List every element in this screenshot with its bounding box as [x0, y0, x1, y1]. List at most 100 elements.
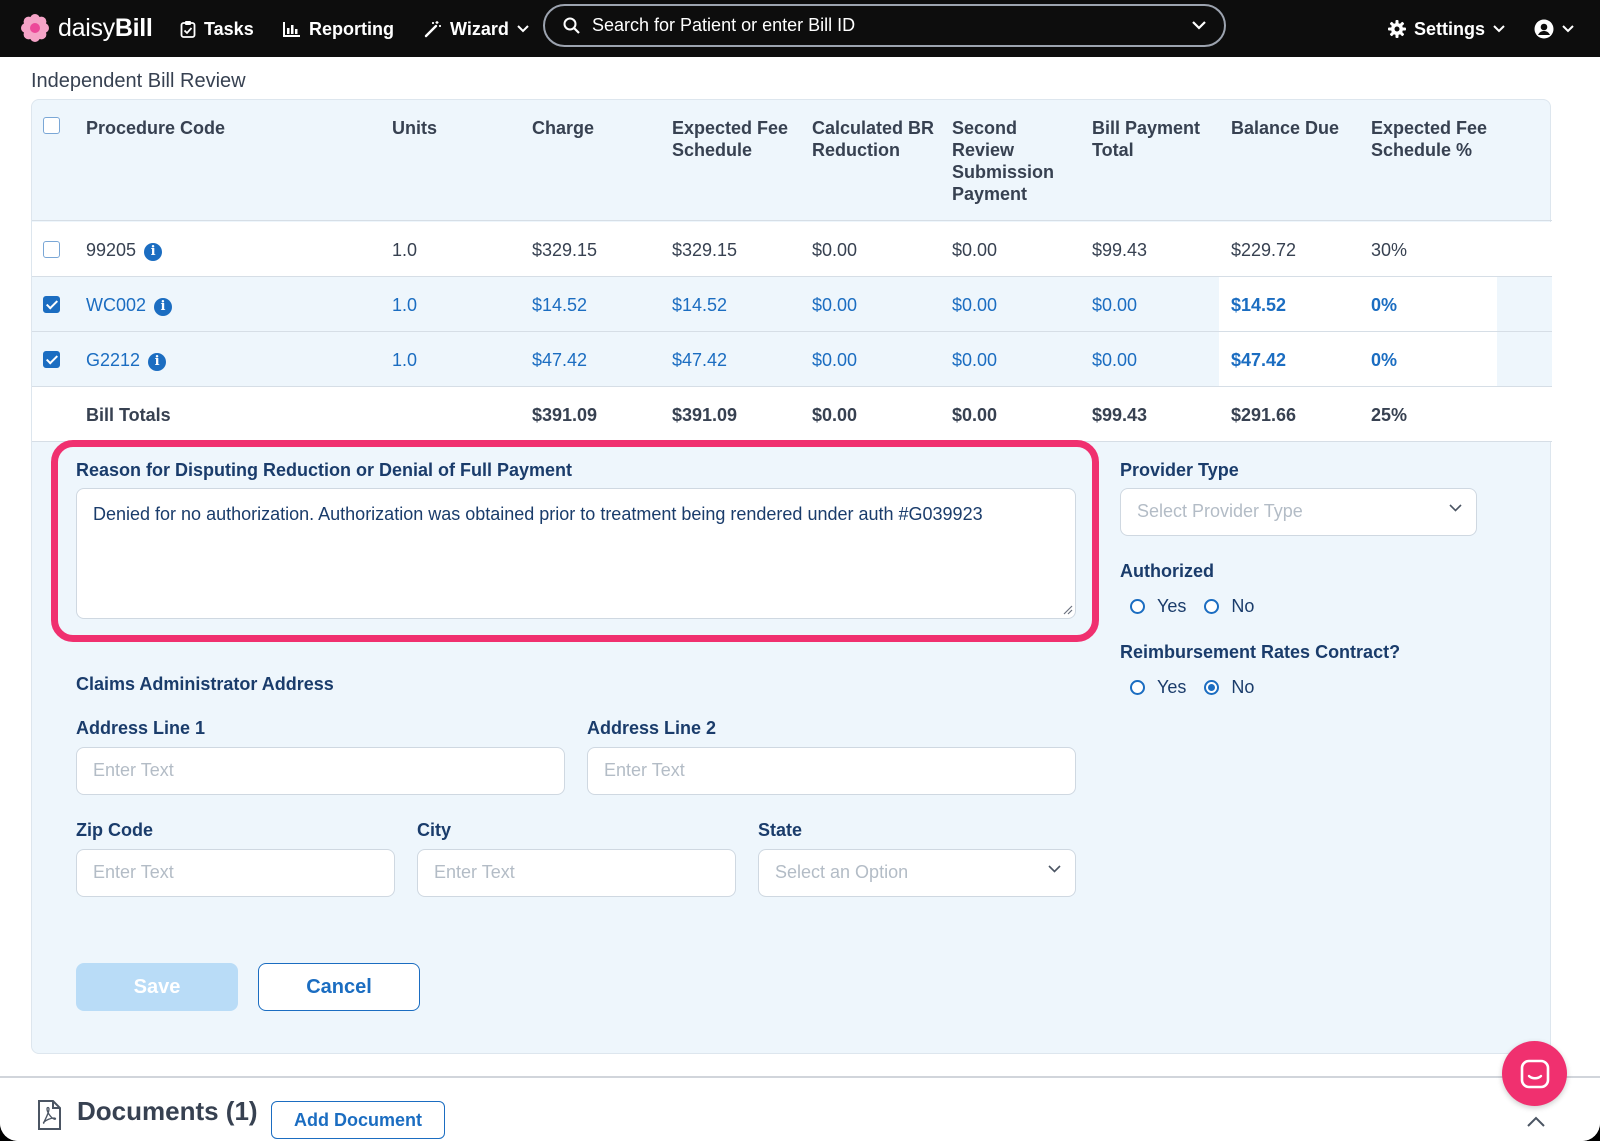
- magic-wand-icon: [424, 21, 441, 38]
- br-reduction: $0.00: [812, 240, 858, 260]
- expected-fee: $47.42: [672, 350, 728, 370]
- col-expected-fee-pct: Expected Fee Schedule %: [1371, 118, 1488, 160]
- row-checkbox[interactable]: [43, 296, 60, 313]
- nav-wizard-label: Wizard: [450, 18, 509, 39]
- col-bill-payment-total: Bill Payment Total: [1092, 118, 1201, 160]
- chevron-down-icon: [517, 25, 529, 33]
- total-expected-fee: $391.09: [672, 405, 738, 425]
- nav-settings[interactable]: Settings: [1388, 13, 1505, 45]
- chevron-down-icon[interactable]: [1192, 21, 1206, 30]
- table-header: Procedure Code Units Charge Expected Fee…: [32, 100, 1552, 221]
- bill-payment-total: $0.00: [1092, 295, 1138, 315]
- expected-fee-pct: 0%: [1371, 295, 1398, 315]
- rates-yes-label: Yes: [1157, 677, 1187, 697]
- table-row[interactable]: 99205 i 1.0 $329.15 $329.15 $0.00 $0.00 $…: [32, 222, 1552, 277]
- totals-row: Bill Totals $391.09 $391.09 $0.00 $0.00 …: [32, 387, 1552, 442]
- address2-label: Address Line 2: [587, 718, 717, 738]
- top-nav: daisyBill Tasks Reporting Wizard Search …: [0, 0, 1600, 57]
- second-review: $0.00: [952, 350, 998, 370]
- procedure-code: 99205 i: [86, 239, 163, 261]
- table-row[interactable]: G2212 i 1.0 $47.42 $47.42 $0.00 $0.00 $0.…: [32, 332, 1552, 387]
- nav-wizard[interactable]: Wizard: [424, 13, 529, 45]
- pdf-file-icon: [38, 1100, 61, 1130]
- nav-reporting-label: Reporting: [309, 18, 394, 39]
- br-reduction: $0.00: [812, 295, 858, 315]
- authorized-no-radio[interactable]: [1204, 599, 1220, 614]
- zip-input[interactable]: Enter Text: [76, 849, 395, 897]
- user-menu[interactable]: [1534, 13, 1574, 45]
- provider-type-placeholder: Select Provider Type: [1137, 501, 1303, 521]
- nav-reporting[interactable]: Reporting: [283, 13, 394, 45]
- state-placeholder: Select an Option: [775, 862, 909, 882]
- units: 1.0: [392, 240, 418, 260]
- charge: $329.15: [532, 240, 598, 260]
- save-button[interactable]: Save: [76, 963, 238, 1011]
- resize-handle-icon[interactable]: [1063, 605, 1073, 615]
- authorized-radio-group: Yes No: [1130, 596, 1254, 617]
- expected-fee: $329.15: [672, 240, 738, 260]
- row-checkbox[interactable]: [43, 351, 60, 368]
- authorized-label: Authorized: [1120, 561, 1214, 581]
- add-document-button[interactable]: Add Document: [271, 1101, 445, 1139]
- reason-textarea[interactable]: Denied for no authorization. Authorizati…: [76, 488, 1076, 619]
- logo[interactable]: daisyBill: [20, 8, 153, 48]
- search-icon: [563, 17, 580, 34]
- second-review: $0.00: [952, 240, 998, 260]
- col-balance-due: Balance Due: [1231, 118, 1340, 138]
- state-select[interactable]: Select an Option: [758, 849, 1076, 897]
- address1-input[interactable]: Enter Text: [76, 747, 565, 795]
- bill-payment-total: $99.43: [1092, 240, 1148, 260]
- rates-no-label: No: [1231, 677, 1255, 697]
- rates-contract-radio-group: Yes No: [1130, 677, 1254, 698]
- total-balance-due: $291.66: [1231, 405, 1297, 425]
- col-units: Units: [392, 118, 437, 138]
- daisy-flower-icon: [21, 14, 49, 42]
- app-window: daisyBill Tasks Reporting Wizard Search …: [0, 0, 1600, 1141]
- chevron-down-icon: [1493, 25, 1505, 33]
- charge: $47.42: [532, 350, 588, 370]
- section-title: Independent Bill Review: [31, 70, 246, 92]
- chevron-up-icon[interactable]: [1527, 1116, 1545, 1127]
- cancel-button[interactable]: Cancel: [258, 963, 420, 1011]
- city-input[interactable]: Enter Text: [417, 849, 736, 897]
- select-all-checkbox[interactable]: [43, 117, 60, 134]
- clipboard-check-icon: [180, 21, 196, 38]
- balance-due: $14.52: [1231, 295, 1287, 315]
- info-icon[interactable]: i: [148, 353, 167, 371]
- authorized-yes-radio[interactable]: [1130, 599, 1145, 614]
- claims-admin-label: Claims Administrator Address: [76, 674, 334, 694]
- total-br-reduction: $0.00: [812, 405, 858, 425]
- total-second-review: $0.00: [952, 405, 998, 425]
- search-placeholder: Search for Patient or enter Bill ID: [592, 15, 856, 35]
- total-expected-fee-pct: 25%: [1371, 405, 1408, 425]
- nav-tasks-label: Tasks: [204, 18, 254, 39]
- rates-contract-label: Reimbursement Rates Contract?: [1120, 642, 1401, 662]
- col-calculated-br-reduction: Calculated BR Reduction: [812, 118, 935, 160]
- table-row[interactable]: WC002 i 1.0 $14.52 $14.52 $0.00 $0.00 $0.…: [32, 277, 1552, 332]
- chevron-down-icon: [1562, 25, 1574, 33]
- second-review: $0.00: [952, 295, 998, 315]
- units: 1.0: [392, 350, 418, 370]
- total-bill-payment: $99.43: [1092, 405, 1148, 425]
- bar-chart-icon: [283, 22, 300, 37]
- ibr-panel: Procedure Code Units Charge Expected Fee…: [31, 99, 1552, 1054]
- rates-yes-radio[interactable]: [1130, 680, 1145, 695]
- chat-launcher-button[interactable]: [1502, 1041, 1567, 1106]
- chat-bubble-icon: [1520, 1059, 1549, 1088]
- expected-fee-pct: 30%: [1371, 240, 1408, 260]
- nav-tasks[interactable]: Tasks: [180, 13, 254, 45]
- info-icon[interactable]: i: [144, 243, 163, 261]
- reason-label: Reason for Disputing Reduction or Denial…: [76, 460, 573, 480]
- address2-input[interactable]: Enter Text: [587, 747, 1076, 795]
- row-checkbox[interactable]: [43, 241, 60, 258]
- brand-name: daisyBill: [58, 13, 153, 42]
- provider-type-select[interactable]: Select Provider Type: [1120, 488, 1477, 536]
- patient-search-input[interactable]: Search for Patient or enter Bill ID: [543, 4, 1226, 47]
- charge: $14.52: [532, 295, 588, 315]
- balance-due: $47.42: [1231, 350, 1287, 370]
- gear-icon: [1388, 20, 1406, 38]
- info-icon[interactable]: i: [154, 298, 173, 316]
- bill-payment-total: $0.00: [1092, 350, 1138, 370]
- rates-no-radio[interactable]: [1204, 680, 1220, 695]
- procedure-code: G2212 i: [86, 349, 167, 371]
